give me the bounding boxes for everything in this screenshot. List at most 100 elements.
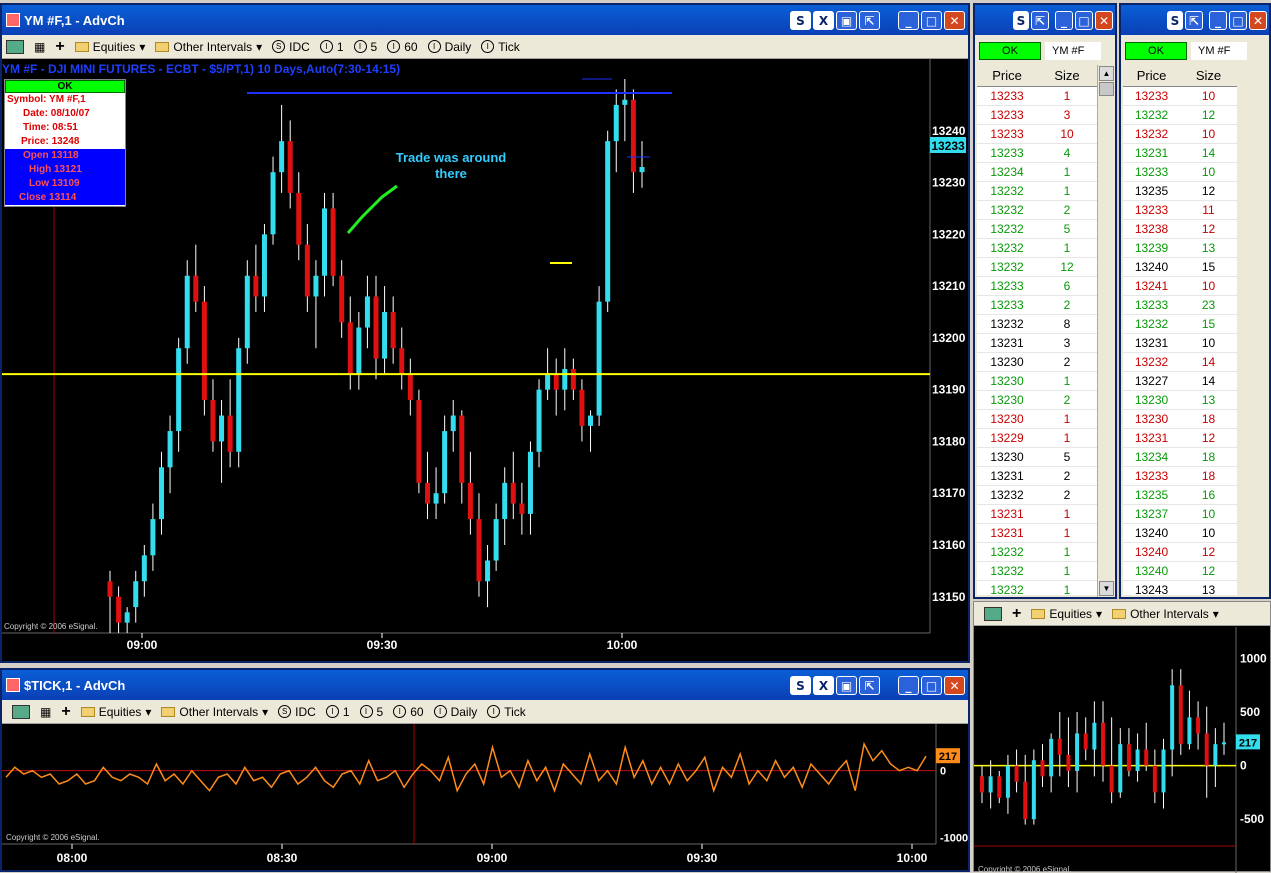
trade-row[interactable]: 13232 2 — [977, 201, 1097, 220]
other-intervals-menu[interactable]: Other Intervals ▾ — [161, 705, 268, 719]
link-icon[interactable] — [6, 39, 24, 54]
trade-row[interactable]: 13240 12 — [1123, 543, 1237, 562]
price-chart[interactable]: YM #F - DJI MINI FUTURES - ECBT - $5/PT,… — [2, 59, 968, 663]
interval-60-button[interactable]: I 60 — [393, 705, 424, 719]
interval-1-button[interactable]: I1 — [319, 40, 344, 54]
link-s-button[interactable]: S — [790, 11, 811, 30]
maximize-button[interactable]: □ — [1229, 11, 1247, 30]
trade-row[interactable]: 13230 13 — [1123, 391, 1237, 410]
close-button[interactable]: ✕ — [944, 11, 965, 30]
other-intervals-menu[interactable]: Other Intervals ▾ — [1112, 607, 1219, 621]
trade-row[interactable]: 13232 1 — [977, 581, 1097, 595]
trade-row[interactable]: 13231 3 — [977, 334, 1097, 353]
ts1-symbol-field[interactable]: YM #F — [1045, 42, 1101, 60]
mini-candle-chart[interactable]: 10005000-500 217 Copyright © 2006 eSigna… — [974, 627, 1270, 873]
pop-out-icon[interactable]: ⇱ — [859, 11, 880, 30]
trade-row[interactable]: 13233 18 — [1123, 467, 1237, 486]
trade-row[interactable]: 13232 15 — [1123, 315, 1237, 334]
minimize-button[interactable]: _ — [898, 11, 919, 30]
pop-out-icon[interactable]: ⇱ — [1031, 11, 1049, 30]
add-icon[interactable]: + — [1012, 605, 1021, 623]
link-x-button[interactable]: X — [813, 676, 834, 695]
trade-row[interactable]: 13239 13 — [1123, 239, 1237, 258]
add-icon[interactable]: + — [55, 38, 64, 56]
trade-row[interactable]: 13233 10 — [1123, 87, 1237, 106]
tick-line-chart[interactable]: 0 -1000 08:00 08:30 09:00 09:30 10:00 217 Cop… — [2, 724, 968, 870]
idc-button[interactable]: S IDC — [272, 40, 310, 54]
link-s-button[interactable]: S — [1167, 11, 1183, 30]
trade-row[interactable]: 13230 2 — [977, 353, 1097, 372]
trade-row[interactable]: 13232 1 — [977, 543, 1097, 562]
trade-row[interactable]: 13231 10 — [1123, 334, 1237, 353]
trade-row[interactable]: 13240 10 — [1123, 524, 1237, 543]
trade-row[interactable]: 13231 1 — [977, 505, 1097, 524]
trade-row[interactable]: 13241 10 — [1123, 277, 1237, 296]
close-button[interactable]: ✕ — [1249, 11, 1267, 30]
trade-row[interactable]: 13243 13 — [1123, 581, 1237, 595]
trade-row[interactable]: 13229 1 — [977, 429, 1097, 448]
link-x-button[interactable]: X — [813, 11, 834, 30]
trade-row[interactable]: 13232 12 — [1123, 106, 1237, 125]
price-column-header[interactable]: Price — [977, 68, 1037, 83]
trade-row[interactable]: 13230 1 — [977, 372, 1097, 391]
main-chart-titlebar[interactable]: YM #F,1 - AdvCh S X ▣ ⇱ _ □ ✕ — [2, 5, 968, 35]
trade-row[interactable]: 13227 14 — [1123, 372, 1237, 391]
trade-row[interactable]: 13237 10 — [1123, 505, 1237, 524]
price-column-header[interactable]: Price — [1123, 68, 1180, 83]
pop-out-icon[interactable]: ⇱ — [1185, 11, 1203, 30]
trade-row[interactable]: 13232 2 — [977, 486, 1097, 505]
scroll-up-icon[interactable]: ▲ — [1099, 66, 1114, 81]
trade-row[interactable]: 13232 1 — [977, 182, 1097, 201]
interval-60-button[interactable]: I 60 — [387, 40, 418, 54]
size-column-header[interactable]: Size — [1037, 68, 1097, 83]
tick-button[interactable]: I Tick — [487, 705, 526, 719]
trade-row[interactable]: 13230 1 — [977, 410, 1097, 429]
trade-row[interactable]: 13230 5 — [977, 448, 1097, 467]
trade-row[interactable]: 13240 12 — [1123, 562, 1237, 581]
close-button[interactable]: ✕ — [944, 676, 965, 695]
trade-row[interactable]: 13233 6 — [977, 277, 1097, 296]
trade-row[interactable]: 13235 16 — [1123, 486, 1237, 505]
trade-row[interactable]: 13233 23 — [1123, 296, 1237, 315]
daily-button[interactable]: I Daily — [433, 705, 477, 719]
trade-row[interactable]: 13231 12 — [1123, 429, 1237, 448]
close-button[interactable]: ✕ — [1095, 11, 1113, 30]
equities-menu[interactable]: Equities ▾ — [1031, 607, 1102, 621]
ts2-symbol-field[interactable]: YM #F — [1191, 42, 1247, 60]
scroll-down-icon[interactable]: ▼ — [1099, 581, 1114, 596]
maximize-button[interactable]: □ — [921, 11, 942, 30]
other-intervals-menu[interactable]: Other Intervals ▾ — [155, 40, 262, 54]
link-icon[interactable] — [12, 704, 30, 719]
trade-row[interactable]: 13235 12 — [1123, 182, 1237, 201]
properties-icon[interactable]: ▦ — [34, 40, 45, 54]
restore-layout-icon[interactable]: ▣ — [836, 676, 857, 695]
trade-row[interactable]: 13232 12 — [977, 258, 1097, 277]
interval-1-button[interactable]: I1 — [325, 705, 350, 719]
minimize-button[interactable]: _ — [898, 676, 919, 695]
trade-row[interactable]: 13233 10 — [977, 125, 1097, 144]
trade-row[interactable]: 13232 1 — [977, 239, 1097, 258]
trade-row[interactable]: 13232 10 — [1123, 125, 1237, 144]
restore-layout-icon[interactable]: ▣ — [836, 11, 857, 30]
trade-row[interactable]: 13232 14 — [1123, 353, 1237, 372]
trade-row[interactable]: 13233 11 — [1123, 201, 1237, 220]
link-icon[interactable] — [984, 606, 1002, 621]
tick-chart-titlebar[interactable]: $TICK,1 - AdvCh S X ▣ ⇱ _ □ ✕ — [2, 670, 968, 700]
trade-row[interactable]: 13232 5 — [977, 220, 1097, 239]
trade-row[interactable]: 13230 18 — [1123, 410, 1237, 429]
trade-row[interactable]: 13233 10 — [1123, 163, 1237, 182]
pop-out-icon[interactable]: ⇱ — [859, 676, 880, 695]
trade-row[interactable]: 13233 4 — [977, 144, 1097, 163]
tick-button[interactable]: I Tick — [481, 40, 520, 54]
ts1-titlebar[interactable]: S ⇱ _ □ ✕ — [975, 5, 1115, 35]
trade-row[interactable]: 13233 1 — [977, 87, 1097, 106]
trade-row[interactable]: 13231 14 — [1123, 144, 1237, 163]
equities-menu[interactable]: Equities ▾ — [74, 40, 145, 54]
trade-row[interactable]: 13234 1 — [977, 163, 1097, 182]
trade-row[interactable]: 13240 15 — [1123, 258, 1237, 277]
interval-5-button[interactable]: I5 — [359, 705, 383, 719]
ts2-titlebar[interactable]: S ⇱ _ □ ✕ — [1121, 5, 1269, 35]
minimize-button[interactable]: _ — [1055, 11, 1073, 30]
trade-row[interactable]: 13234 18 — [1123, 448, 1237, 467]
trade-row[interactable]: 13232 1 — [977, 562, 1097, 581]
